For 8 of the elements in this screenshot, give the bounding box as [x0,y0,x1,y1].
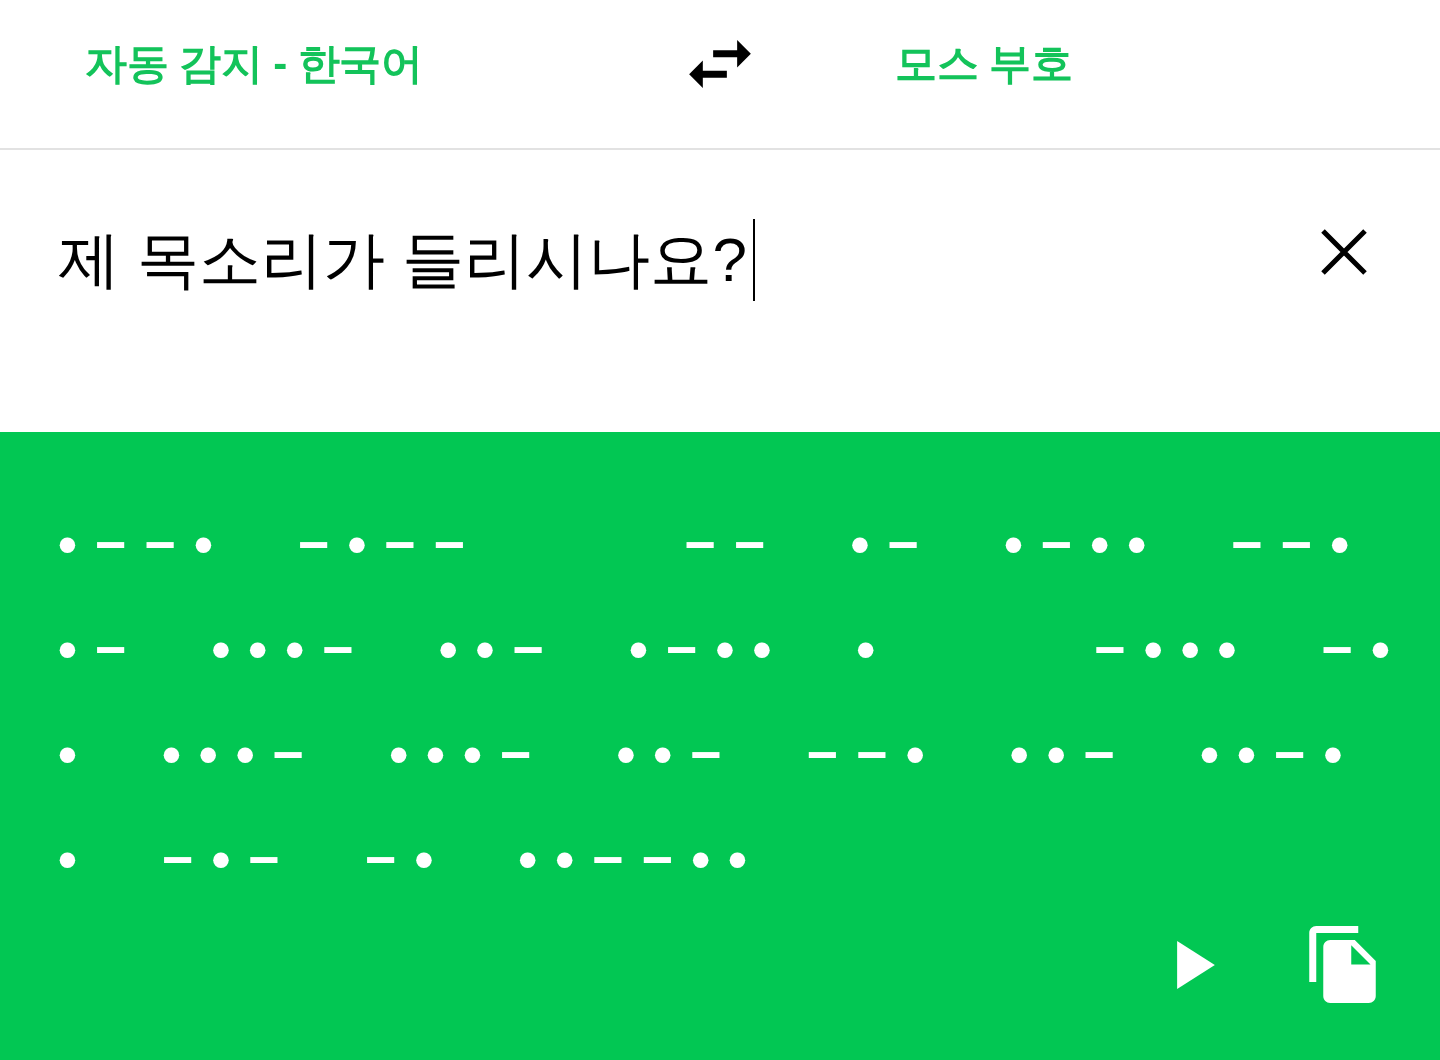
target-language-button[interactable]: 모스 부호 [895,37,1073,91]
swap-icon [689,40,751,88]
morse-output: •−−• −•−− −− •− •−•• −−• •− •••− ••− •−•• • −••• −• • •••− •••− ••− −−• ••− ••−• • −•− −• ••−−•• [58,513,1409,891]
play-icon [1177,940,1215,989]
copy-icon [1309,926,1376,1003]
source-language-button[interactable]: 자동 감지 - 한국어 [85,37,423,91]
source-text-field[interactable]: 제 목소리가 들리시나요? [58,218,1316,302]
close-icon [1320,228,1368,276]
